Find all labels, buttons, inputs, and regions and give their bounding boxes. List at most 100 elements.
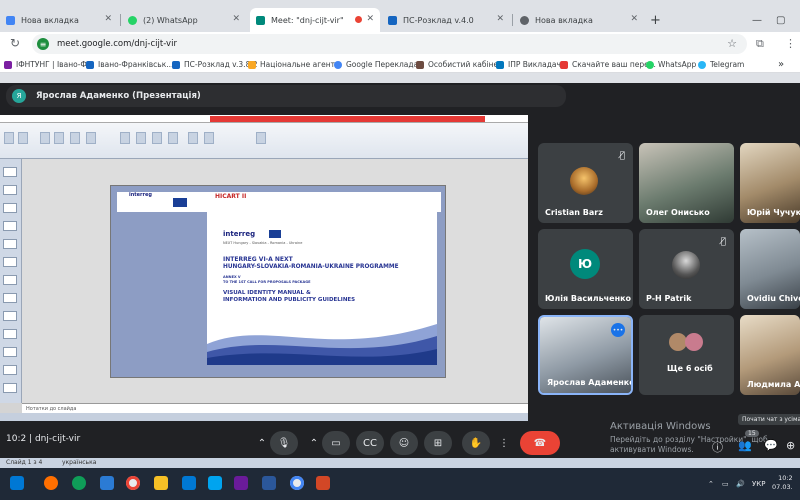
- participant-tile[interactable]: Юрій Чучук: [740, 143, 800, 223]
- present-button[interactable]: ⊞: [424, 431, 452, 455]
- app-statusbar: [0, 413, 528, 421]
- tab-favicon-icon: [388, 15, 397, 25]
- raise-hand-button[interactable]: ✋: [462, 431, 490, 455]
- notes-pane: Нотатки до слайда: [22, 403, 528, 413]
- tab-whatsapp[interactable]: (2) WhatsApp ✕: [122, 8, 246, 32]
- mic-off-icon: 🎙̸: [619, 151, 625, 161]
- volume-icon[interactable]: 🔊: [736, 480, 745, 488]
- system-clock[interactable]: 10:2 07.03.: [772, 474, 793, 492]
- app-icon[interactable]: [44, 476, 58, 490]
- globe-icon: [520, 15, 529, 25]
- bookmark-item[interactable]: Скачайте ваш пере...: [560, 58, 656, 71]
- interreg-logo: interreg: [223, 230, 256, 238]
- bookmark-item[interactable]: ІПР Викладача: [496, 58, 566, 71]
- chrome-icon[interactable]: [126, 476, 140, 490]
- avatar: [570, 167, 598, 195]
- star-icon[interactable]: ☆: [727, 37, 737, 50]
- site-info-icon[interactable]: ≡: [37, 38, 49, 50]
- presenter-banner: Я Ярослав Адаменко (Презентація): [6, 85, 566, 107]
- bookmark-favicon-icon: [496, 60, 504, 69]
- tab-ps-rozklad[interactable]: ПС-Розклад v.4.0 ✕: [382, 8, 510, 32]
- camera-icon: ▭: [331, 437, 341, 449]
- ribbon: [0, 123, 528, 159]
- app-status-strip: Слайд 1 з 4 українська: [0, 458, 800, 468]
- close-icon[interactable]: ✕: [496, 14, 504, 24]
- bookmark-item[interactable]: ІФНТУНГ | Івано-Ф...: [4, 58, 94, 71]
- reload-icon[interactable]: ↻: [10, 36, 20, 50]
- close-icon[interactable]: ✕: [630, 14, 638, 24]
- chevron-up-icon[interactable]: ⌃: [252, 431, 272, 455]
- maximize-icon[interactable]: ▢: [776, 15, 785, 26]
- avatar: [685, 333, 703, 351]
- bookmark-item[interactable]: Особистий кабінет: [416, 58, 502, 71]
- tab-meet[interactable]: Meet: "dnj-cijt-vir" ✕: [250, 8, 380, 32]
- presenter-label: Ярослав Адаменко (Презентація): [36, 91, 201, 101]
- meet-icon: [256, 15, 265, 25]
- new-tab-button[interactable]: +: [650, 13, 661, 28]
- captions-button[interactable]: CC: [356, 431, 384, 455]
- menu-icon[interactable]: ⋮: [785, 37, 796, 50]
- app-icon[interactable]: [234, 476, 248, 490]
- present-icon: ⊞: [433, 437, 443, 449]
- whatsapp-icon: [646, 60, 654, 69]
- tab-new-tab-2[interactable]: Нова вкладка ✕: [514, 8, 644, 32]
- leave-call-button[interactable]: ☎: [520, 431, 560, 455]
- bookmark-item[interactable]: WhatsApp: [646, 58, 696, 71]
- word-icon[interactable]: [262, 476, 276, 490]
- more-options-button[interactable]: ⋮: [496, 431, 512, 455]
- bookmark-item[interactable]: ПС-Розклад v.3.8.2: [172, 58, 258, 71]
- hand-icon: ✋: [469, 437, 483, 449]
- network-icon[interactable]: ▭: [722, 480, 729, 488]
- bookmark-item[interactable]: Івано-Франківськ...: [86, 58, 173, 71]
- store-icon[interactable]: [100, 476, 114, 490]
- participant-tile[interactable]: Людмила Арх: [740, 315, 800, 395]
- close-icon[interactable]: ✕: [104, 14, 112, 24]
- mic-button[interactable]: 🎙: [270, 431, 298, 455]
- participant-tile[interactable]: 🎙̸ P-H Patrik: [639, 229, 734, 309]
- bookmark-item[interactable]: Telegram: [698, 58, 744, 71]
- chevron-up-icon[interactable]: ⌃: [304, 431, 324, 455]
- close-icon[interactable]: ✕: [366, 14, 374, 24]
- extensions-icon[interactable]: ⧉: [756, 37, 764, 51]
- bookmark-favicon-icon: [86, 60, 94, 69]
- bookmark-item[interactable]: Національне агент...: [248, 58, 342, 71]
- chat-tooltip: Почати чат з усіма: [738, 414, 800, 425]
- emoji-icon: ☺: [398, 437, 410, 449]
- emoji-button[interactable]: ☺: [390, 431, 418, 455]
- bookmark-item[interactable]: Google Перекладач: [334, 58, 423, 71]
- chrome-icon[interactable]: [290, 476, 304, 490]
- close-icon[interactable]: ✕: [232, 14, 240, 24]
- windows-activation-title: Активація Windows: [610, 421, 711, 432]
- app-titlebar: [0, 115, 528, 123]
- bookmarks-more-icon[interactable]: »: [778, 58, 784, 71]
- participant-tile[interactable]: Ю Юлія Васильченко: [538, 229, 633, 309]
- participant-tile[interactable]: Олег Онисько: [639, 143, 734, 223]
- info-icon[interactable]: ⓘ: [712, 439, 723, 455]
- keyboard-language[interactable]: УКР: [752, 480, 765, 488]
- people-icon[interactable]: 👥: [738, 439, 752, 452]
- chat-icon[interactable]: 💬: [764, 439, 778, 452]
- camera-button[interactable]: ▭: [322, 431, 350, 455]
- recording-icon: [355, 16, 362, 23]
- mail-icon[interactable]: [182, 476, 196, 490]
- activities-icon[interactable]: ⊕: [786, 439, 795, 452]
- more-participants-tile[interactable]: Ще 6 осіб: [639, 315, 734, 395]
- tab-new-tab-1[interactable]: Нова вкладка ✕: [0, 8, 118, 32]
- tray-chevron-icon[interactable]: ⌃: [708, 480, 714, 488]
- powerpoint-icon[interactable]: [316, 476, 330, 490]
- edge-icon[interactable]: [72, 476, 86, 490]
- slide-thumbnails: [0, 159, 22, 403]
- address-bar[interactable]: ≡ meet.google.com/dnj-cijt-vir ☆: [32, 34, 747, 54]
- slide-wave-graphic: [207, 324, 437, 365]
- bookmarks-bar: ІФНТУНГ | Івано-Ф... Івано-Франківськ...…: [0, 56, 800, 73]
- participant-tile[interactable]: 🎙̸ Cristian Barz: [538, 143, 633, 223]
- participant-tile[interactable]: Ovidiu Chiver: [740, 229, 800, 309]
- eu-flag-icon: [269, 230, 281, 238]
- file-explorer-icon[interactable]: [154, 476, 168, 490]
- windows-start-icon[interactable]: [10, 476, 24, 490]
- meeting-code: 10:2 | dnj-cijt-vir: [6, 434, 81, 444]
- minimize-icon[interactable]: —: [752, 15, 762, 26]
- participant-tile-active-speaker[interactable]: ••• Ярослав Адаменко: [538, 315, 633, 395]
- app-icon[interactable]: [208, 476, 222, 490]
- meet-control-bar: 10:2 | dnj-cijt-vir ⌃ 🎙 ⌃ ▭ CC ☺ ⊞ ✋ ⋮ ☎…: [0, 414, 800, 458]
